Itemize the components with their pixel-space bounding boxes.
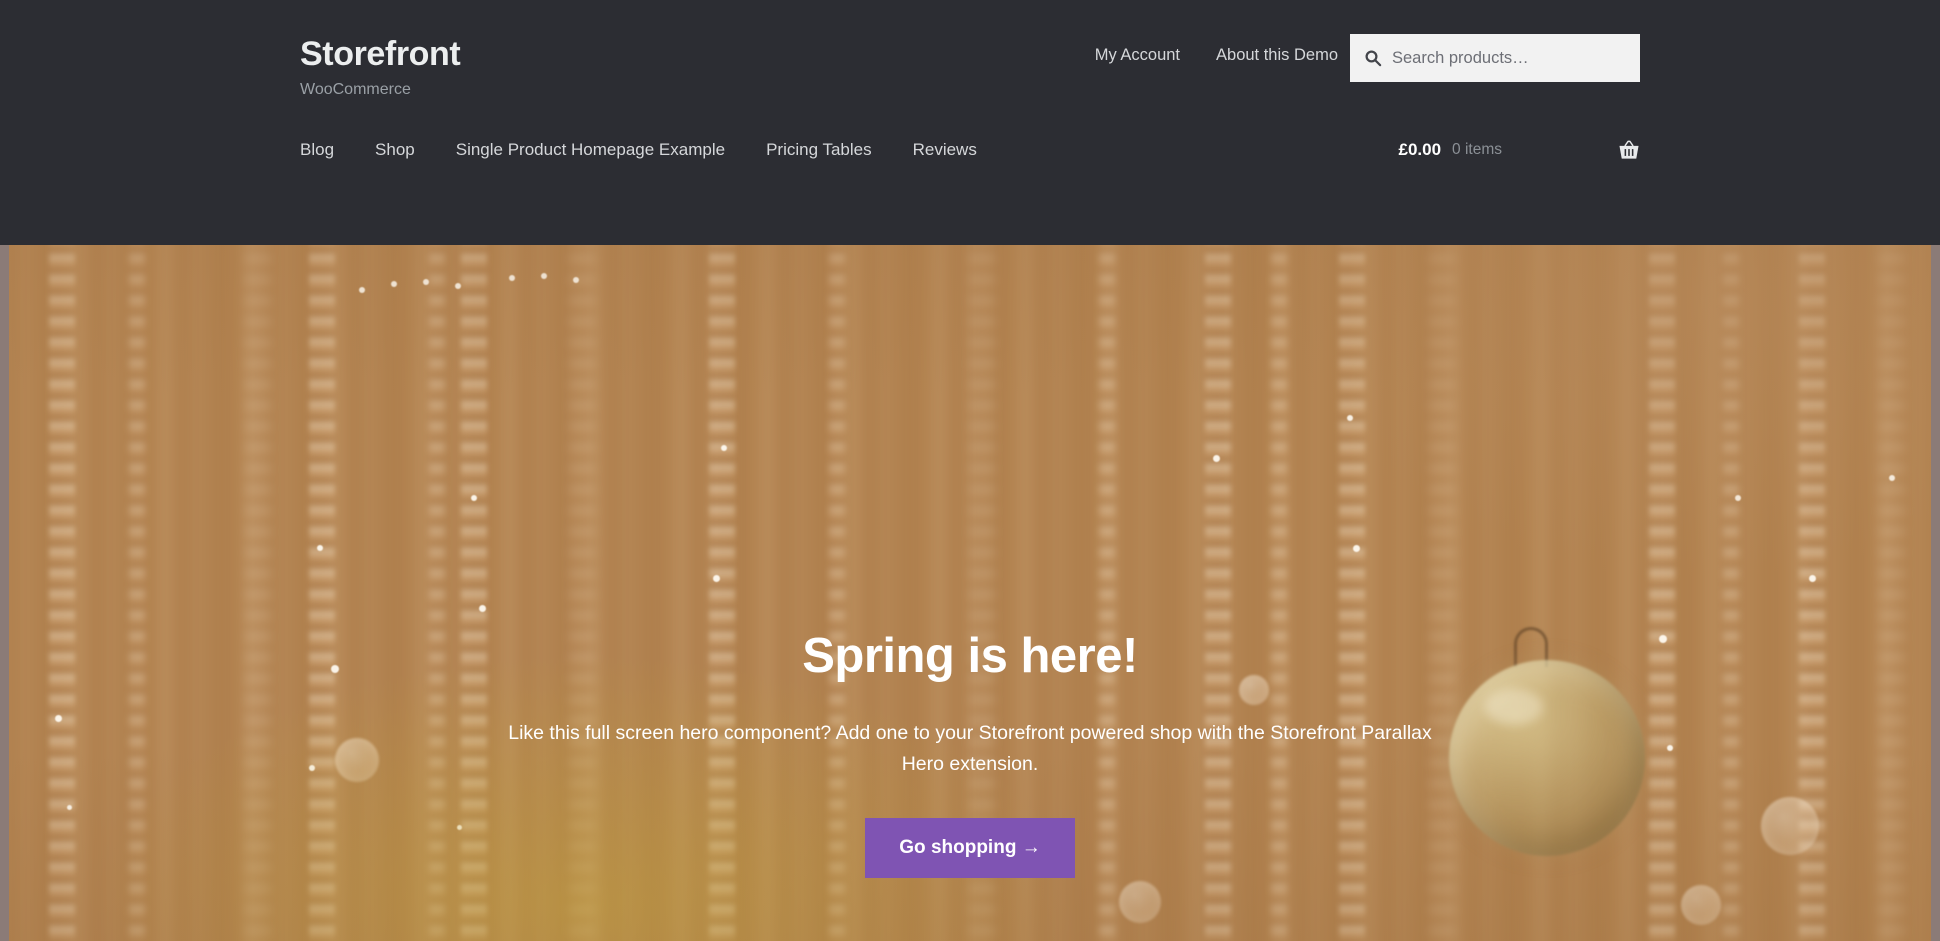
nav-item-pricing-tables[interactable]: Pricing Tables [766,140,872,160]
cart-contents[interactable]: £0.00 0 items [1398,140,1640,160]
site-tagline: WooCommerce [300,81,411,99]
hero-content: Spring is here! Like this full screen he… [0,245,1940,941]
nav-item-reviews[interactable]: Reviews [913,140,977,160]
primary-navigation: Blog Shop Single Product Homepage Exampl… [300,140,977,160]
site-header: Storefront WooCommerce My Account About … [0,0,1940,245]
nav-item-single-product-homepage-example[interactable]: Single Product Homepage Example [456,140,725,160]
hero-title: Spring is here! [802,629,1138,683]
site-title[interactable]: Storefront [300,35,461,73]
go-shopping-button[interactable]: Go shopping → [865,818,1075,879]
product-search-form[interactable] [1350,34,1640,82]
site-branding: Storefront WooCommerce [300,35,461,99]
cart-item-count: 0 items [1452,141,1502,158]
cart-total-amount: £0.00 [1398,140,1442,159]
hero-description: Like this full screen hero component? Ad… [508,721,1432,776]
parallax-hero-section: Spring is here! Like this full screen he… [0,245,1940,941]
nav-item-shop[interactable]: Shop [375,140,415,160]
secondary-navigation: My Account About this Demo [1095,46,1338,65]
search-input[interactable] [1392,34,1626,82]
secondary-nav-item-about-this-demo[interactable]: About this Demo [1216,46,1338,65]
shopping-basket-icon[interactable] [1618,140,1640,160]
secondary-nav-item-my-account[interactable]: My Account [1095,46,1180,65]
header-inner: Storefront WooCommerce My Account About … [300,0,1640,245]
nav-item-blog[interactable]: Blog [300,140,334,160]
search-icon [1365,50,1382,67]
